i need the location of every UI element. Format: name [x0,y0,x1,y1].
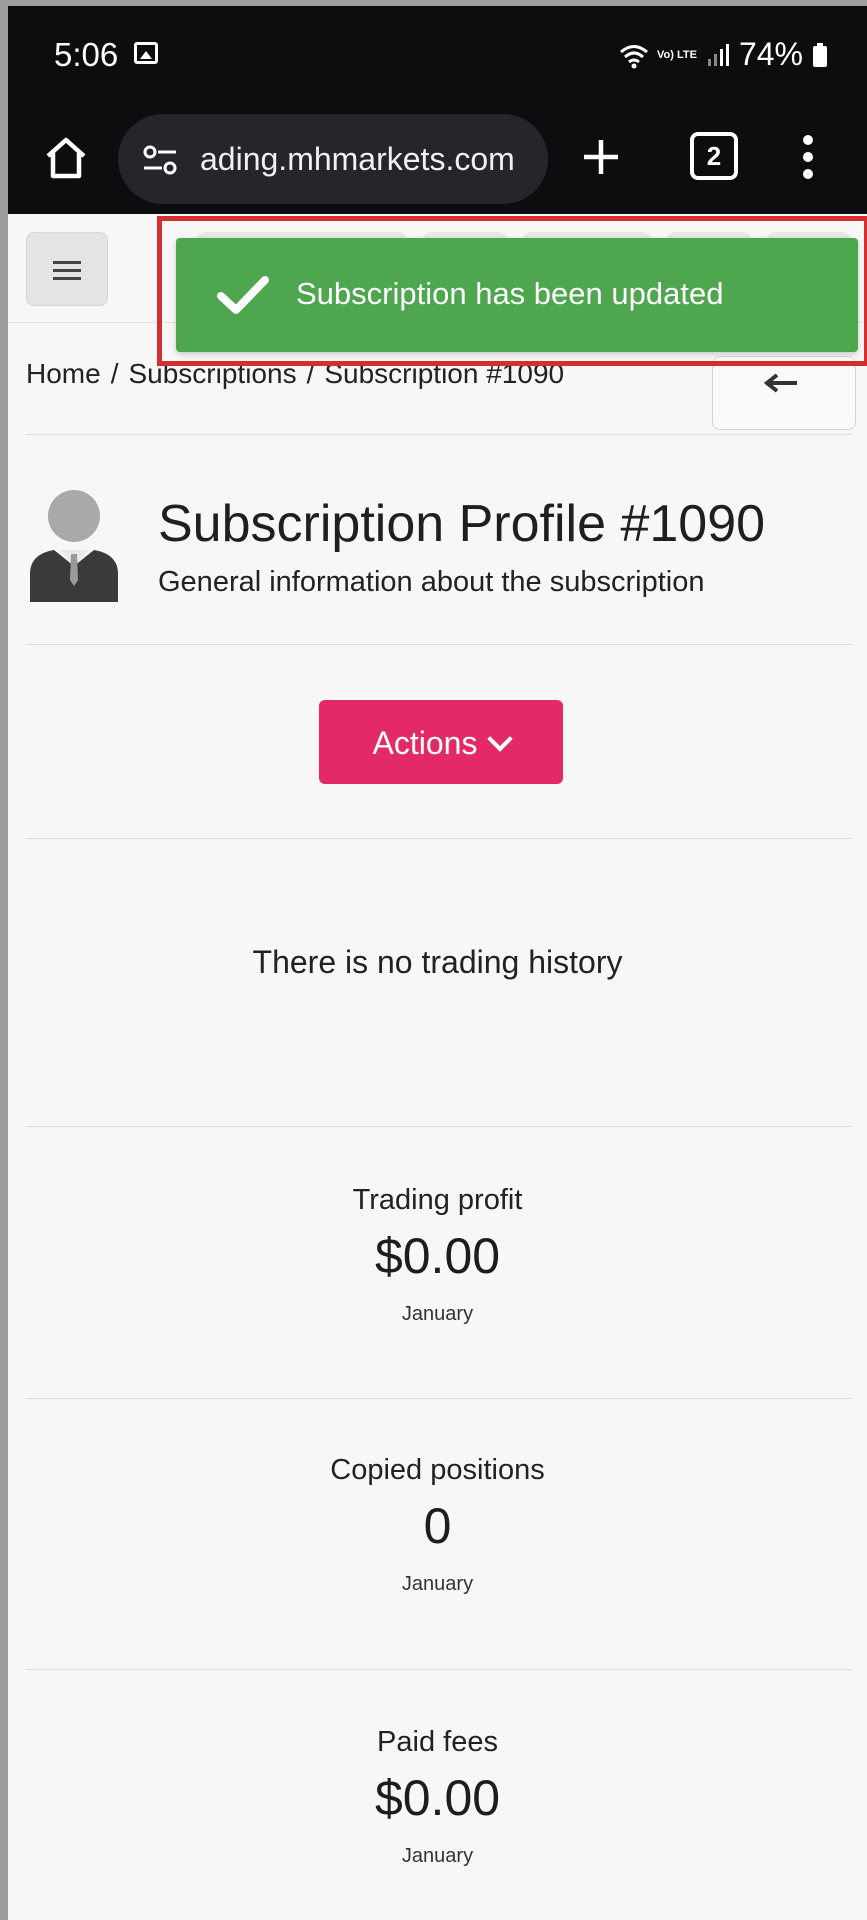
success-toast[interactable]: Subscription has been updated [176,238,858,352]
signal-icon [707,43,729,67]
status-bar: 5:06 Vo) LTE 74% [8,6,867,106]
stat-value: 0 [423,1498,452,1554]
divider [26,1126,853,1127]
checkmark-icon [216,274,270,316]
battery-icon [813,42,827,67]
back-button[interactable] [712,356,856,430]
browser-toolbar: ading.mhmarkets.com 2 [8,106,867,214]
empty-history-message: There is no trading history [252,944,623,980]
hamburger-menu-icon[interactable] [26,232,108,306]
page-subtitle: General information about the subscripti… [158,566,705,598]
divider [26,1398,853,1399]
volte-indicator: Vo) LTE [657,48,697,61]
wifi-icon [619,43,648,68]
breadcrumb-home[interactable]: Home [26,358,101,389]
avatar [26,490,122,602]
chevron-down-icon [487,726,514,752]
stat-label: Paid fees [377,1726,498,1758]
status-time: 5:06 [54,36,119,73]
page-title: Subscription Profile #1090 [158,495,766,553]
stat-period: January [401,1573,474,1595]
gallery-notification-icon [134,42,158,64]
stat-period: January [401,1303,474,1325]
home-icon[interactable] [38,130,94,186]
more-options-icon[interactable] [798,130,818,186]
stat-value: $0.00 [374,1770,501,1826]
address-bar[interactable]: ading.mhmarkets.com [118,114,548,204]
phone-screen: 5:06 Vo) LTE 74% ading.mhmarkets.com 2 H… [8,6,867,1920]
status-indicators: Vo) LTE 74% [619,36,827,73]
toast-message: Subscription has been updated [296,276,724,311]
arrow-left-icon [763,373,797,393]
web-page: Home / Subscriptions / Subscription #1090 Su… [8,214,867,1920]
stat-value: $0.00 [374,1228,501,1284]
divider [26,838,853,839]
divider [26,434,853,435]
url-text[interactable]: ading.mhmarkets.com [200,141,540,178]
actions-dropdown-button[interactable]: Actions [319,700,563,784]
battery-percent: 74% [738,36,803,72]
breadcrumb-separator: / [110,358,119,389]
stat-paid-fees: Paid fees $0.00 January [8,1726,867,1868]
actions-label: Actions [372,725,478,761]
site-settings-icon[interactable] [140,140,180,180]
tab-switcher-button[interactable]: 2 [690,132,738,180]
divider [26,1669,853,1670]
stat-trading-profit: Trading profit $0.00 January [8,1184,867,1326]
divider [26,644,853,645]
stat-copied-positions: Copied positions 0 January [8,1454,867,1596]
stat-period: January [401,1845,474,1867]
new-tab-icon[interactable] [576,132,626,182]
stat-label: Trading profit [352,1184,523,1216]
stat-label: Copied positions [330,1454,545,1486]
